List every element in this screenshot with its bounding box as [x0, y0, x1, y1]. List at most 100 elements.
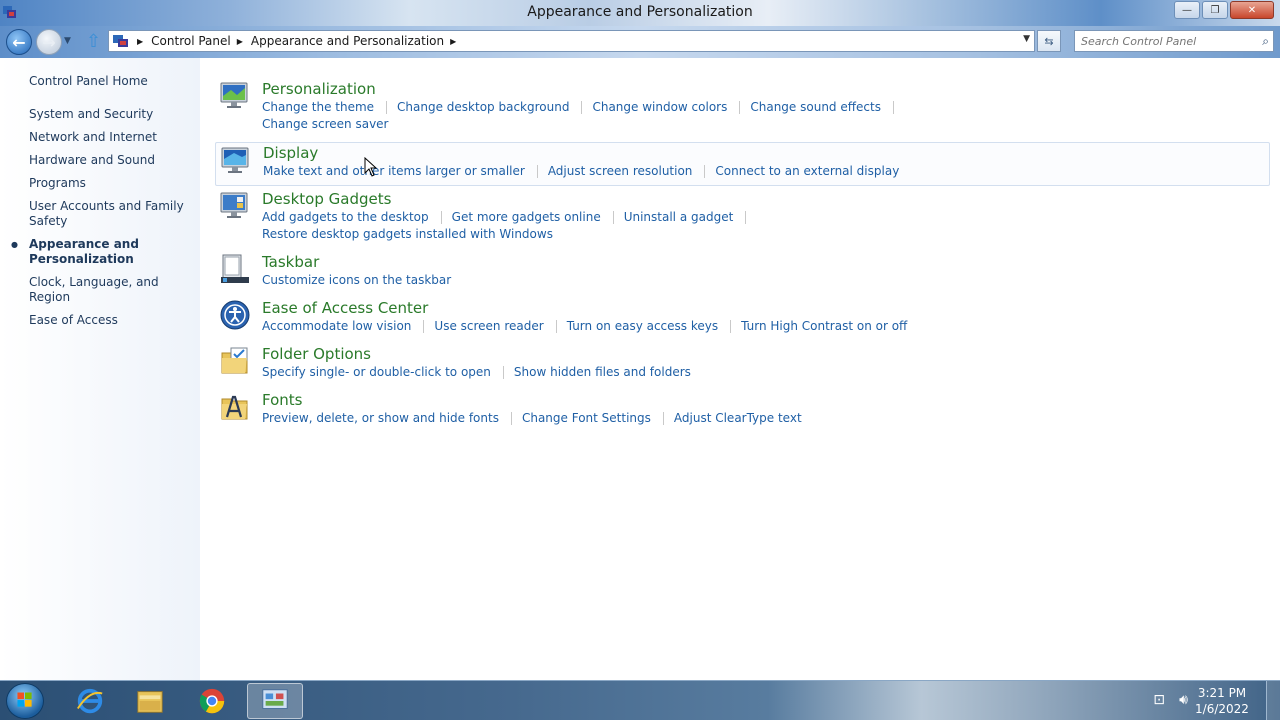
- folder-options-icon[interactable]: [219, 345, 251, 377]
- category-links-ease-of-access: Accommodate low vision Use screen reader T…: [262, 318, 1162, 335]
- link-separator: [423, 320, 425, 333]
- link-restore-gadgets[interactable]: Restore desktop gadgets installed with W…: [262, 227, 553, 241]
- link-uninstall-gadget[interactable]: Uninstall a gadget: [624, 210, 734, 224]
- taskbar-icon[interactable]: [219, 253, 251, 285]
- sidebar-item-network-internet[interactable]: Network and Internet: [29, 130, 194, 145]
- breadcrumb-separator-icon[interactable]: ▶: [237, 37, 243, 46]
- search-box[interactable]: ⌕: [1074, 30, 1274, 52]
- link-change-screen-saver[interactable]: Change screen saver: [262, 117, 389, 131]
- link-easy-access-keys[interactable]: Turn on easy access keys: [567, 319, 718, 333]
- category-title-taskbar[interactable]: Taskbar: [262, 253, 319, 271]
- back-arrow-icon: ←: [12, 32, 26, 52]
- link-change-sound-effects[interactable]: Change sound effects: [750, 100, 881, 114]
- forward-arrow-icon: →: [42, 32, 56, 52]
- link-separator: [739, 101, 741, 114]
- link-separator: [704, 165, 706, 178]
- window-controls: — ❐ ✕: [1172, 1, 1274, 19]
- address-bar[interactable]: ▶ Control Panel ▶ Appearance and Persona…: [108, 30, 1035, 52]
- close-button[interactable]: ✕: [1230, 1, 1274, 19]
- ease-of-access-icon[interactable]: [219, 299, 251, 331]
- sidebar-list: System and Security Network and Internet…: [11, 107, 194, 336]
- volume-icon[interactable]: 🔊︎: [1179, 692, 1188, 708]
- category-links-personalization: Change the theme Change desktop backgroun…: [262, 99, 1162, 133]
- category-title-ease-of-access[interactable]: Ease of Access Center: [262, 299, 428, 317]
- sidebar-item-appearance: Appearance and Personalization: [11, 237, 194, 267]
- breadcrumb-separator-icon[interactable]: ▶: [450, 37, 456, 46]
- fonts-icon[interactable]: [219, 391, 251, 423]
- link-single-double-click[interactable]: Specify single- or double-click to open: [262, 365, 491, 379]
- refresh-icon: ⇆: [1044, 34, 1054, 48]
- show-desktop-button[interactable]: [1266, 681, 1280, 720]
- link-connect-external-display[interactable]: Connect to an external display: [715, 164, 899, 178]
- navigation-bar: ← → ▼ ⇧ ▶ Control Panel ▶ Appearance and…: [0, 26, 1280, 58]
- taskbar-clock[interactable]: 3:21 PM 1/6/2022: [1192, 685, 1252, 717]
- link-customize-taskbar-icons[interactable]: Customize icons on the taskbar: [262, 273, 451, 287]
- taskbar: ⊡ 🔊︎ 3:21 PM 1/6/2022: [0, 680, 1280, 720]
- gadgets-icon[interactable]: [219, 190, 251, 222]
- link-use-screen-reader[interactable]: Use screen reader: [434, 319, 543, 333]
- category-links-desktop-gadgets: Add gadgets to the desktop Get more gadge…: [262, 209, 1162, 243]
- breadcrumb-appearance[interactable]: Appearance and Personalization: [251, 34, 444, 48]
- windows-logo-icon: [17, 692, 32, 707]
- sidebar-item-system-security[interactable]: System and Security: [29, 107, 194, 122]
- control-panel-icon: [262, 689, 288, 709]
- category-title-display[interactable]: Display: [263, 144, 318, 162]
- display-icon[interactable]: [220, 145, 252, 177]
- sidebar-item-hardware-sound[interactable]: Hardware and Sound: [29, 153, 194, 168]
- link-separator: [510, 412, 512, 425]
- breadcrumb-separator-icon[interactable]: ▶: [137, 37, 143, 46]
- link-get-more-gadgets[interactable]: Get more gadgets online: [452, 210, 601, 224]
- link-accommodate-low-vision[interactable]: Accommodate low vision: [262, 319, 411, 333]
- minimize-button[interactable]: —: [1174, 1, 1200, 19]
- maximize-button[interactable]: ❐: [1202, 1, 1228, 19]
- forward-button[interactable]: →: [36, 29, 62, 55]
- link-change-font-settings[interactable]: Change Font Settings: [522, 411, 651, 425]
- link-high-contrast[interactable]: Turn High Contrast on or off: [741, 319, 907, 333]
- sidebar-item-user-accounts[interactable]: User Accounts and Family Safety: [29, 199, 194, 229]
- link-separator: [440, 211, 442, 224]
- link-separator: [581, 101, 583, 114]
- breadcrumb-control-panel[interactable]: Control Panel: [151, 34, 231, 48]
- search-input[interactable]: [1075, 31, 1245, 51]
- control-panel-home-link[interactable]: Control Panel Home: [29, 74, 148, 88]
- link-change-window-colors[interactable]: Change window colors: [592, 100, 727, 114]
- category-title-fonts[interactable]: Fonts: [262, 391, 302, 409]
- category-folder-options: Folder Options Specify single- or double…: [215, 343, 1270, 383]
- search-icon[interactable]: ⌕: [1262, 34, 1269, 49]
- taskbar-file-explorer[interactable]: [122, 683, 178, 719]
- category-personalization: Personalization Change the theme Change d…: [215, 78, 1270, 134]
- sidebar: Control Panel Home System and Security N…: [0, 58, 200, 680]
- category-title-desktop-gadgets[interactable]: Desktop Gadgets: [262, 190, 391, 208]
- category-title-personalization[interactable]: Personalization: [262, 80, 376, 98]
- link-separator: [745, 211, 747, 224]
- category-desktop-gadgets: Desktop Gadgets Add gadgets to the deskt…: [215, 188, 1270, 244]
- link-show-hidden-files[interactable]: Show hidden files and folders: [514, 365, 691, 379]
- taskbar-internet-explorer[interactable]: [62, 683, 118, 719]
- sidebar-item-clock-language[interactable]: Clock, Language, and Region: [29, 275, 194, 305]
- sidebar-item-programs[interactable]: Programs: [29, 176, 194, 191]
- link-add-gadgets[interactable]: Add gadgets to the desktop: [262, 210, 429, 224]
- category-links-display: Make text and other items larger or smal…: [263, 163, 1163, 180]
- link-adjust-screen-resolution[interactable]: Adjust screen resolution: [548, 164, 693, 178]
- category-links-fonts: Preview, delete, or show and hide fonts C…: [262, 410, 1162, 427]
- link-preview-fonts[interactable]: Preview, delete, or show and hide fonts: [262, 411, 499, 425]
- up-arrow-icon[interactable]: ⇧: [86, 31, 101, 52]
- category-title-folder-options[interactable]: Folder Options: [262, 345, 371, 363]
- start-button[interactable]: [6, 683, 44, 719]
- taskbar-chrome[interactable]: [184, 683, 240, 719]
- address-history-dropdown-icon[interactable]: ▼: [1023, 34, 1030, 44]
- window-title: Appearance and Personalization: [527, 4, 753, 20]
- link-change-desktop-background[interactable]: Change desktop background: [397, 100, 569, 114]
- taskbar-control-panel[interactable]: [247, 683, 303, 719]
- clock-date: 1/6/2022: [1195, 702, 1249, 716]
- recent-pages-dropdown-icon[interactable]: ▼: [64, 36, 71, 46]
- link-separator: [555, 320, 557, 333]
- link-change-theme[interactable]: Change the theme: [262, 100, 374, 114]
- personalization-icon[interactable]: [219, 80, 251, 112]
- back-button[interactable]: ←: [6, 29, 32, 55]
- link-adjust-cleartype[interactable]: Adjust ClearType text: [674, 411, 802, 425]
- sidebar-item-ease-of-access[interactable]: Ease of Access: [29, 313, 194, 328]
- link-make-text-larger[interactable]: Make text and other items larger or smal…: [263, 164, 525, 178]
- network-icon[interactable]: ⊡: [1153, 692, 1165, 708]
- refresh-button[interactable]: ⇆: [1037, 30, 1061, 52]
